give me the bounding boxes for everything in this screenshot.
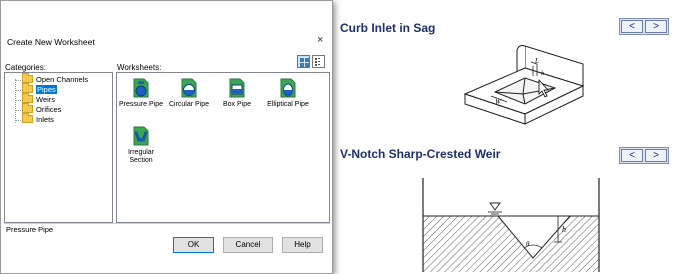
previous-button[interactable]: <: [621, 20, 643, 33]
water-surface-icon: [489, 202, 501, 211]
close-button[interactable]: ×: [317, 34, 323, 46]
irregular-section-icon: [133, 126, 149, 146]
curb-inlet-diagram: L h W: [463, 45, 585, 125]
worksheets-list[interactable]: Pressure Pipe Circular Pipe Box Pipe Ell…: [116, 72, 330, 223]
worksheet-irregular-section[interactable]: Irregular Section: [119, 126, 163, 165]
length-symbol: L: [534, 57, 539, 65]
notch-angle-symbol: θ: [526, 240, 530, 248]
ok-button[interactable]: OK: [173, 237, 214, 253]
create-worksheet-dialog: Create New Worksheet × Categories: Works…: [0, 0, 333, 274]
worksheet-elliptical-pipe[interactable]: Elliptical Pipe: [263, 78, 313, 109]
tree-connector: [15, 80, 21, 81]
tree-connector: [15, 79, 16, 123]
category-inlets[interactable]: Inlets: [22, 113, 54, 125]
v-notch-weir-title: V-Notch Sharp-Crested Weir: [340, 147, 501, 161]
pressure-pipe-icon: [133, 78, 149, 98]
help-button[interactable]: Help: [282, 237, 323, 253]
folder-icon: [22, 73, 33, 83]
curb-inlet-nav: < >: [619, 18, 669, 35]
previous-button[interactable]: <: [621, 149, 643, 162]
folder-icon: [22, 103, 33, 113]
large-icons-view-button[interactable]: [297, 55, 310, 68]
categories-tree[interactable]: Open Channels Pipes Weirs Orifices Inlet…: [4, 72, 113, 223]
category-open-channels[interactable]: Open Channels: [22, 73, 88, 85]
worksheet-circular-pipe[interactable]: Circular Pipe: [167, 78, 211, 109]
next-button[interactable]: >: [645, 149, 667, 162]
categories-label: Categories:: [5, 63, 46, 72]
folder-icon: [22, 93, 33, 103]
height-symbol: h: [541, 71, 544, 77]
tree-connector: [15, 100, 21, 101]
selected-worksheet-status: Pressure Pipe: [4, 223, 330, 234]
dialog-title: Create New Worksheet: [7, 37, 95, 47]
worksheet-pressure-pipe[interactable]: Pressure Pipe: [119, 78, 163, 109]
elliptical-pipe-icon: [280, 78, 296, 98]
cancel-button[interactable]: Cancel: [223, 237, 273, 253]
next-button[interactable]: >: [645, 20, 667, 33]
curb-inlet-title: Curb Inlet in Sag: [340, 21, 436, 35]
box-pipe-icon: [229, 78, 245, 98]
tree-connector: [15, 110, 21, 111]
tree-connector: [15, 120, 21, 121]
worksheet-box-pipe[interactable]: Box Pipe: [215, 78, 259, 109]
v-notch-weir-nav: < >: [619, 147, 669, 164]
folder-icon: [22, 113, 33, 123]
list-view-button[interactable]: [312, 55, 325, 68]
v-notch-weir-diagram: h θ: [422, 178, 600, 272]
circular-pipe-icon: [181, 78, 197, 98]
tree-connector: [15, 90, 21, 91]
head-symbol: h: [562, 225, 566, 234]
folder-icon: [22, 83, 33, 93]
worksheets-label: Worksheets:: [117, 63, 162, 72]
